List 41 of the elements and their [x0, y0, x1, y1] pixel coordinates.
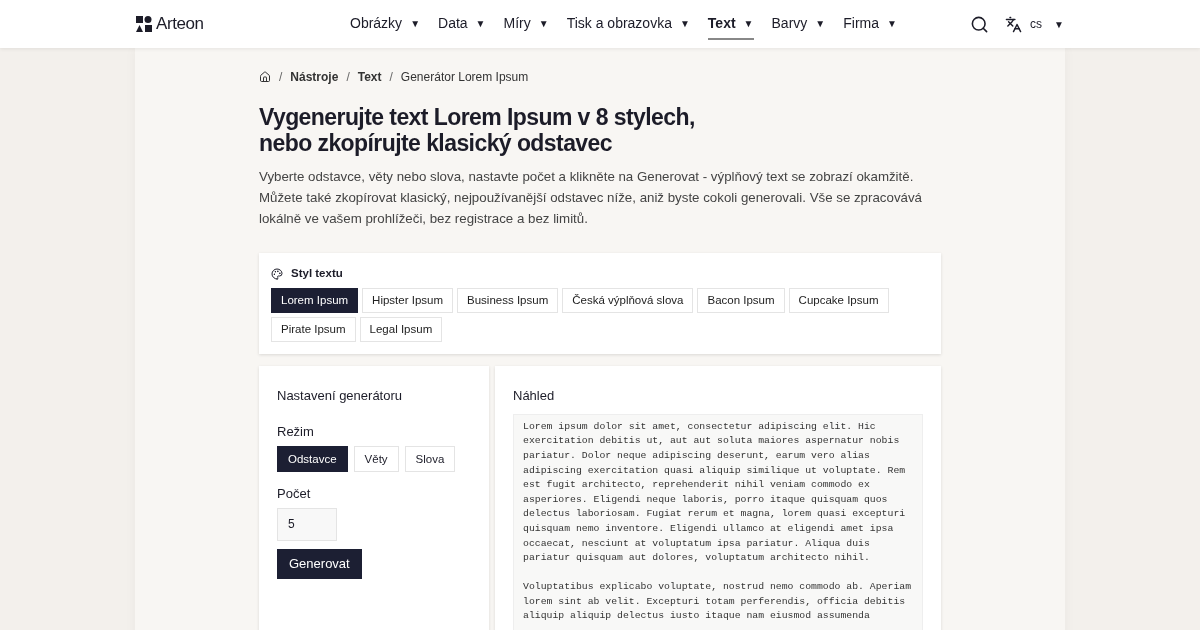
style-option[interactable]: Legal Ipsum	[359, 317, 443, 343]
breadcrumb-separator: /	[389, 69, 393, 86]
count-field[interactable]: 5	[277, 507, 337, 541]
mode-option[interactable]: Odstavce	[277, 446, 348, 473]
panel-title: Styl textu	[291, 266, 343, 281]
generate-button[interactable]: Generovat	[277, 548, 362, 579]
style-option[interactable]: Pirate Ipsum	[271, 317, 356, 343]
search-icon[interactable]	[970, 14, 990, 34]
style-option[interactable]: Hipster Ipsum	[362, 288, 454, 314]
style-option[interactable]: Česká výplňová slova	[562, 288, 694, 314]
nav-menu[interactable]: Data ▼	[438, 8, 486, 40]
style-option[interactable]: Lorem Ipsum	[271, 288, 359, 314]
field-label: Režim	[277, 422, 315, 441]
style-option[interactable]: Business Ipsum	[457, 288, 559, 314]
breadcrumb-separator: /	[346, 69, 350, 86]
nav-menu[interactable]: Míry ▼	[503, 8, 549, 40]
nav-menu[interactable]: Barvy ▼	[771, 8, 826, 40]
panel-title: Nastavení generátoru	[277, 387, 404, 406]
breadcrumb-link[interactable]: Text	[357, 68, 382, 86]
style-option[interactable]: Bacon Ipsum	[697, 288, 785, 314]
home-icon[interactable]	[259, 71, 271, 83]
nav-menu[interactable]: Tisk a obrazovka ▼	[566, 8, 690, 40]
translate-icon	[1005, 15, 1023, 33]
style-option[interactable]: Cupcake Ipsum	[788, 288, 889, 314]
breadcrumb-link[interactable]: Nástroje	[290, 68, 339, 86]
intro-paragraph: Vyberte odstavce, věty nebo slova, nastavte počet a klikněte na Generovat - výplňový text se zobrazí okamžitě. Můžete také zkopírovat klasický, nejpoužívanější odstavec níže, aniž byste cokoli generovali. Vše se zpracovává lokálně ve vašem prohlížeči, bez registrace a bez limitů.	[259, 168, 923, 228]
nav-menu[interactable]: Obrázky ▼	[350, 8, 421, 40]
page-title: Vygenerujte text Lorem Ipsum v 8 stylech, nebo zkopírujte klasický odstavec	[259, 104, 696, 156]
nav-menu[interactable]: Firma ▼	[843, 8, 897, 40]
logo-text[interactable]: Arteon	[156, 11, 204, 37]
logo-icon	[136, 16, 152, 32]
preview-paragraph: Voluptatibus explicabo voluptate, nostrud nemo commodo ab. Aperiam lorem sint ab velit. Excepturi totam perferendis, officia debitis aliquip aliquip delectus iusto itaque nam eiusmod assumenda	[523, 580, 913, 624]
panel-title: Náhled	[513, 387, 556, 406]
breadcrumb-separator: /	[279, 69, 283, 86]
mode-option[interactable]: Věty	[353, 446, 399, 473]
language-button[interactable]: cs ▼	[1005, 15, 1064, 33]
field-label: Počet	[277, 485, 312, 504]
mode-option[interactable]: Slova	[404, 446, 456, 473]
preview-paragraph: Lorem ipsum dolor sit amet, consectetur adipiscing elit. Hic exercitation debitis ut, aut aut soluta maiores aspernatur nobis pariatur. Dolor neque adipiscing deserunt, earum vero alias adipiscing exercitation quasi aliquip similique ut voluptate. Rem est fugit architecto, reprehenderit nihil veniam commodo ex asperiores. Eligendi neque laboris, porro itaque quisquam quos delectus laboriosam. Fugiat rerum et magna, lorem quasi excepturi quisquam nemo inventore. Eligendi ullamco at eligendi amet ipsa occaecat, nesciunt at voluptatum ipsa pariatur. Aliqua duis pariatur quisquam aut dolores, voluptatum architecto nihil.	[523, 419, 907, 566]
nav-menu[interactable]: Text ▼	[707, 8, 754, 40]
palette-icon	[271, 267, 283, 280]
